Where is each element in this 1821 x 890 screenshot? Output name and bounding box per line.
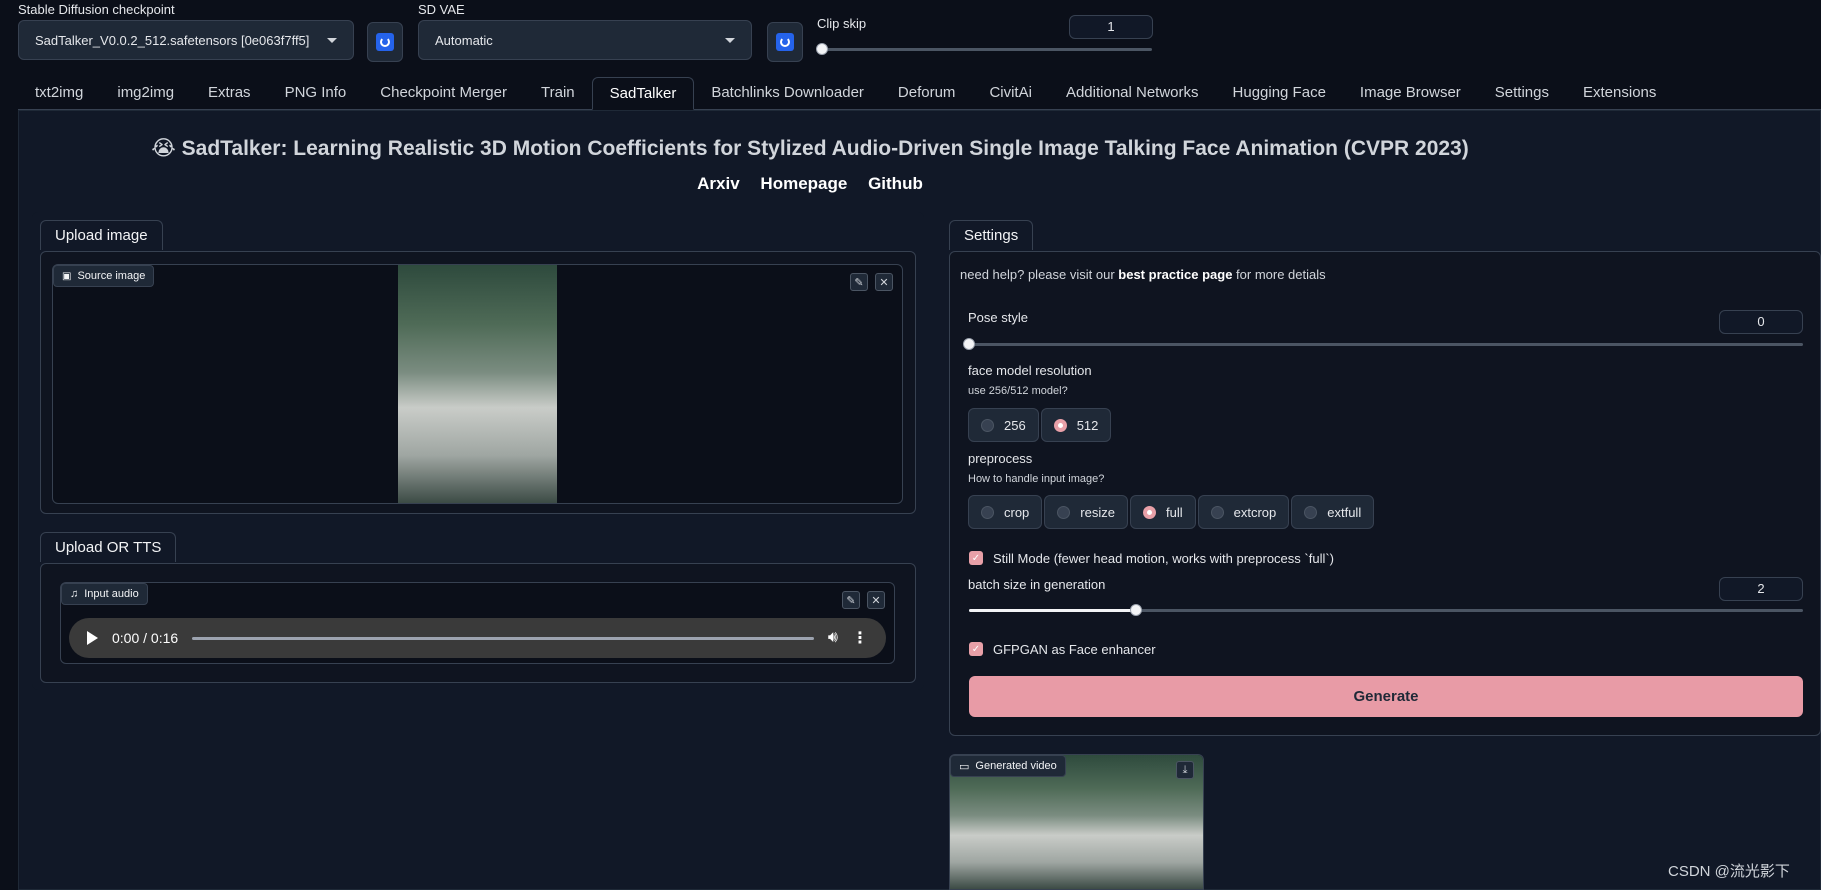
close-icon[interactable]: ✕ [875,273,893,291]
check-icon[interactable]: ✓ [969,642,983,656]
video-icon: ▭ [959,760,970,773]
source-image-label: ▣ Source image [53,265,155,287]
input-audio-label: ♫ Input audio [61,583,148,605]
generated-video-label: ▭ Generated video [950,755,1066,777]
refresh-icon [376,33,394,51]
radio-256[interactable]: 256 [968,408,1039,442]
radio-dot-selected [1053,418,1067,432]
gfpgan-label: GFPGAN as Face enhancer [993,641,1156,657]
vae-label: SD VAE [418,2,465,17]
radio-full[interactable]: full [1129,495,1196,529]
radio-512[interactable]: 512 [1040,408,1112,442]
radio-resize[interactable]: resize [1044,495,1128,529]
face-resolution-sub: use 256/512 model? [968,385,1068,397]
pose-style-label: Pose style [968,310,1028,325]
download-icon[interactable]: ⤓ [1176,761,1194,779]
tab-txt2img[interactable]: txt2img [18,77,100,109]
check-icon[interactable]: ✓ [969,551,983,565]
audio-time: 0:00 / 0:16 [112,630,179,646]
edit-icon[interactable]: ✎ [850,273,868,291]
volume-icon[interactable]: 🔊︎ [828,629,838,647]
github-link[interactable]: Github [868,174,923,193]
tab-upload-image[interactable]: Upload image [40,220,163,250]
image-icon: ▣ [62,270,72,282]
tab-deforum[interactable]: Deforum [881,77,973,109]
tab-extras[interactable]: Extras [191,77,268,109]
tab-image-browser[interactable]: Image Browser [1343,77,1478,109]
batch-size-input[interactable]: 2 [1719,577,1803,601]
pose-style-track[interactable] [969,343,1803,346]
chevron-down-icon [725,37,735,43]
still-mode-label: Still Mode (fewer head motion, works wit… [993,550,1335,566]
face-resolution-label: face model resolution [968,363,1092,378]
main-tabs: txt2img img2img Extras PNG Info Checkpoint M… [18,77,1821,110]
watermark: CSDN @流光影下 [1668,863,1790,880]
batch-size-track-fill [969,609,1136,612]
radio-extfull[interactable]: extfull [1291,495,1375,529]
pose-style-input[interactable]: 0 [1719,310,1803,334]
page-title: 😭 SadTalker: Learning Realistic 3D Motio… [18,136,1602,161]
audio-progress-bar[interactable] [192,636,814,640]
clip-skip-slider-handle[interactable] [816,43,828,55]
tab-batchlinks-downloader[interactable]: Batchlinks Downloader [694,77,881,109]
radio-dot [981,505,994,519]
crying-face-icon: 😭 [151,137,176,160]
tab-train[interactable]: Train [524,77,592,109]
preprocess-options: crop resize full extcrop extfull [968,495,1375,529]
still-mode-row[interactable]: ✓ Still Mode (fewer head motion, works w… [968,547,1804,569]
homepage-link[interactable]: Homepage [760,174,847,193]
tab-additional-networks[interactable]: Additional Networks [1049,77,1216,109]
pose-style-row [968,309,1804,355]
tab-png-info[interactable]: PNG Info [268,77,364,109]
page-title-text: SadTalker: Learning Realistic 3D Motion … [181,137,1469,160]
tab-img2img[interactable]: img2img [100,77,191,109]
clip-skip-label: Clip skip [817,16,867,31]
header-links: Arxiv Homepage Github [18,174,1602,194]
batch-size-slider-handle[interactable] [1129,604,1142,616]
chevron-down-icon [327,37,337,43]
radio-dot [1210,505,1224,519]
checkpoint-dropdown[interactable]: SadTalker_V0.0.2_512.safetensors [0e063f… [18,20,354,60]
clip-skip-input[interactable]: 1 [1069,15,1153,39]
more-options-icon[interactable]: ⋮ [852,628,868,648]
radio-dot [1057,505,1071,519]
radio-dot [1304,505,1318,519]
refresh-icon [776,33,794,51]
clip-skip-track[interactable] [822,48,1152,51]
face-resolution-options: 256 512 [968,408,1112,442]
help-text: need help? please visit our best practic… [960,267,1326,282]
radio-extcrop[interactable]: extcrop [1197,495,1290,529]
vae-refresh-button[interactable] [767,22,803,62]
tab-settings[interactable]: Settings [949,220,1034,250]
vae-dropdown[interactable]: Automatic [418,20,752,60]
close-icon[interactable]: ✕ [867,591,885,609]
preprocess-sub: How to handle input image? [968,473,1105,485]
tab-extensions[interactable]: Extensions [1566,77,1673,109]
radio-crop[interactable]: crop [968,495,1043,529]
batch-size-label: batch size in generation [968,577,1106,592]
tab-upload-or-tts[interactable]: Upload OR TTS [40,532,177,562]
tab-checkpoint-merger[interactable]: Checkpoint Merger [363,77,524,109]
music-note-icon: ♫ [70,588,79,600]
audio-player: 0:00 / 0:16 🔊︎ ⋮ [69,618,886,658]
radio-dot-selected [1142,505,1156,519]
tab-hugging-face[interactable]: Hugging Face [1216,77,1343,109]
gfpgan-row[interactable]: ✓ GFPGAN as Face enhancer [968,638,1804,660]
play-icon[interactable] [87,631,98,645]
tab-sadtalker[interactable]: SadTalker [591,77,695,110]
generate-button[interactable]: Generate [969,676,1803,717]
checkpoint-value: SadTalker_V0.0.2_512.safetensors [0e063f… [35,32,310,48]
vae-value: Automatic [435,32,493,48]
checkpoint-refresh-button[interactable] [367,22,403,62]
radio-dot [981,418,994,432]
edit-icon[interactable]: ✎ [842,591,860,609]
source-portrait-image [398,265,557,503]
tab-settings[interactable]: Settings [1478,77,1566,109]
tab-civitai[interactable]: CivitAi [972,77,1049,109]
checkpoint-label: Stable Diffusion checkpoint [18,2,175,17]
arxiv-link[interactable]: Arxiv [697,174,740,193]
pose-style-slider-handle[interactable] [963,338,975,350]
best-practice-link[interactable]: best practice page [1118,267,1232,282]
preprocess-label: preprocess [968,451,1033,466]
